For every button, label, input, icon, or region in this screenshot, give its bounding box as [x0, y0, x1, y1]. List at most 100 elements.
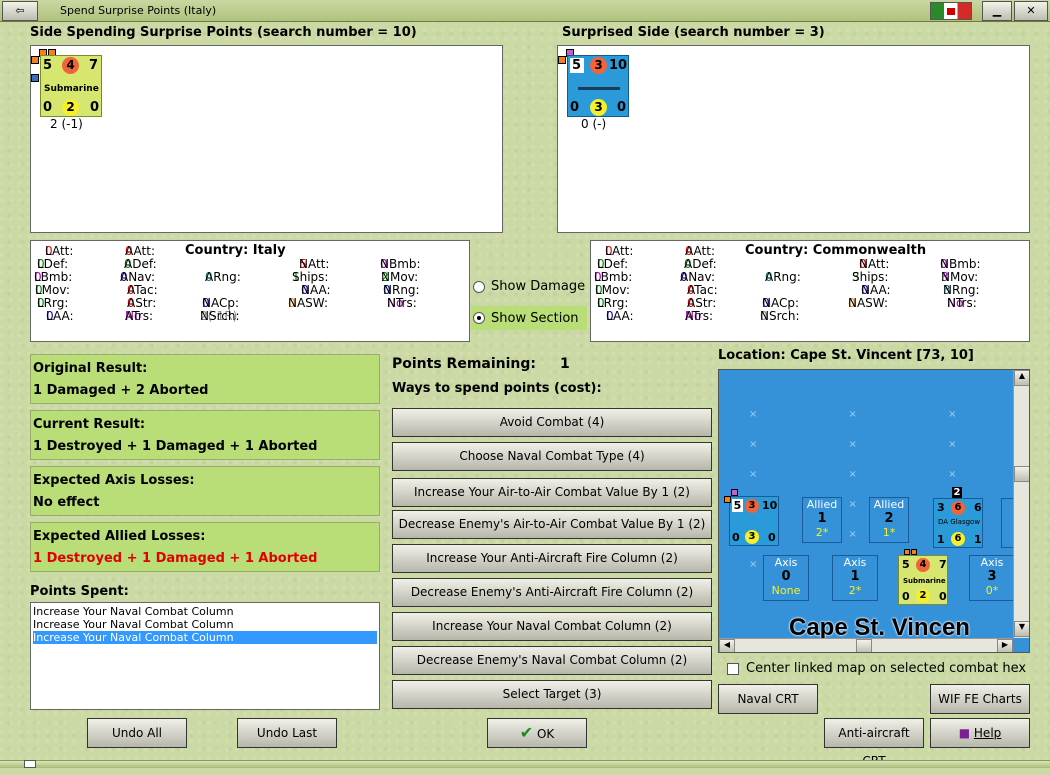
list-item[interactable]: Increase Your Naval Combat Column — [33, 605, 377, 618]
counter-attack: 5 — [43, 58, 53, 73]
sea-wave-pattern: × × × × × × × × × × × × × × × × — [749, 409, 1001, 570]
window-bottom-border — [0, 760, 1050, 768]
choose-naval-combat-type-button[interactable]: Choose Naval Combat Type (4) — [392, 442, 712, 471]
purple-marker-icon — [731, 489, 738, 496]
counter-strength: 4 — [62, 57, 79, 74]
horizontal-scroll-thumb[interactable] — [856, 639, 872, 652]
dialog-window: ⇦ Spend Surprise Points (Italy) ▁ ✕ Side… — [0, 0, 1050, 768]
current-result-value: 1 Destroyed + 1 Damaged + 1 Aborted — [33, 439, 318, 454]
restore-icon: ⇦ — [15, 4, 25, 17]
orange-marker-icon — [724, 496, 731, 503]
increase-naval-combat-column-button[interactable]: Increase Your Naval Combat Column (2) — [392, 612, 712, 641]
map-submarine-counter[interactable]: 5 4 7 Submarine 0 2 0 — [898, 555, 948, 605]
counter-label: Submarine — [44, 84, 99, 94]
allied-ship-counter[interactable]: 5 3 10 0 3 0 — [567, 55, 629, 117]
points-spent-list[interactable]: Increase Your Naval Combat Column Increa… — [30, 602, 380, 710]
close-icon: ✕ — [1026, 4, 1036, 17]
increase-aa-column-button[interactable]: Increase Your Anti-Aircraft Fire Column … — [392, 544, 712, 573]
spending-side-header: Side Spending Surprise Points (search nu… — [30, 25, 417, 40]
select-target-button[interactable]: Select Target (3) — [392, 680, 712, 709]
original-result-value: 1 Damaged + 2 Aborted — [33, 383, 209, 398]
savoy-cross-icon — [946, 7, 956, 16]
minimize-icon: ▁ — [992, 4, 1002, 17]
location-label: Location: Cape St. Vincent [73, 10] — [718, 348, 974, 363]
show-section-label[interactable]: Show Section — [491, 311, 579, 326]
scroll-up-icon[interactable]: ▲ — [1014, 370, 1029, 386]
scroll-down-icon[interactable]: ▼ — [1014, 621, 1029, 637]
show-damage-radio[interactable] — [473, 281, 485, 293]
allied-losses-heading: Expected Allied Losses: — [33, 529, 206, 544]
blue-marker-icon — [31, 74, 39, 82]
close-button[interactable]: ✕ — [1014, 1, 1048, 21]
spending-side-panel: 5 4 7 Submarine 0 2 0 2 (-1) — [30, 45, 503, 233]
allied-losses-value: 1 Destroyed + 1 Damaged + 1 Aborted — [33, 551, 318, 566]
map-vertical-scrollbar[interactable]: ▲ ▼ — [1013, 370, 1029, 638]
counter-aa: 0 — [43, 100, 53, 115]
counter-attack: 5 — [572, 58, 582, 73]
axis-losses-box: Expected Axis Losses: No effect — [30, 466, 380, 516]
counter-range: 0 — [90, 100, 100, 115]
vertical-scroll-thumb[interactable] — [1014, 466, 1029, 482]
undo-last-button[interactable]: Undo Last — [237, 718, 337, 748]
counter-asw: 2 — [62, 99, 79, 116]
title-bar: ⇦ Spend Surprise Points (Italy) ▁ ✕ — [0, 0, 1050, 22]
naval-crt-button[interactable]: Naval CRT — [718, 684, 818, 714]
counter-aa: 0 — [570, 100, 580, 115]
linked-map[interactable]: × × × × × × × × × × × × × × × × 5 3 10 0… — [718, 369, 1030, 653]
map-horizontal-scrollbar[interactable]: ◀ ▶ — [719, 638, 1013, 652]
center-map-label[interactable]: Center linked map on selected combat hex — [746, 661, 1026, 676]
original-result-heading: Original Result: — [33, 361, 148, 376]
show-section-radio[interactable] — [473, 312, 485, 324]
scroll-left-icon[interactable]: ◀ — [719, 639, 735, 652]
map-glasgow-counter[interactable]: 3 6 6 DA Glasgow 1 6 1 — [933, 498, 983, 548]
avoid-combat-button[interactable]: Avoid Combat (4) — [392, 408, 712, 437]
map-allied-ship-counter[interactable]: 5 3 10 0 3 0 — [729, 496, 779, 546]
help-book-icon: ■ — [958, 726, 971, 740]
show-damage-label[interactable]: Show Damage — [491, 279, 585, 294]
current-result-heading: Current Result: — [33, 417, 146, 432]
list-item-selected[interactable]: Increase Your Naval Combat Column — [33, 631, 377, 644]
country-label: Country: Italy — [185, 243, 286, 258]
decrease-enemy-aa-column-button[interactable]: Decrease Enemy's Anti-Aircraft Fire Colu… — [392, 578, 712, 607]
orange-marker-icon — [31, 56, 39, 64]
help-button[interactable]: ■ Help — [930, 718, 1030, 748]
system-menu-button[interactable]: ⇦ — [2, 1, 38, 21]
counter-range: 0 — [617, 100, 627, 115]
axis-losses-value: No effect — [33, 495, 100, 510]
ways-to-spend-label: Ways to spend points (cost): — [392, 381, 602, 396]
allied-combat-box-1[interactable]: Allied 1 2* — [802, 497, 842, 543]
ok-button[interactable]: ✔ OK — [487, 718, 587, 748]
increase-air-to-air-button[interactable]: Increase Your Air-to-Air Combat Value By… — [392, 478, 712, 507]
country-label: Country: Commonwealth — [745, 243, 927, 258]
axis-combat-box-1[interactable]: Axis 1 2* — [832, 555, 878, 601]
stats-panel-commonwealth: LAtt: 0 LDef: 0 LBmb: 0 LMov: 0 LRrg: 0 … — [590, 240, 1030, 342]
submarine-counter[interactable]: 5 4 7 Submarine 0 2 0 — [40, 55, 102, 117]
center-map-checkbox[interactable] — [727, 663, 739, 675]
stats-panel-italy: LAtt: 0 LDef: 0 LBmb: 0 LMov: 0 LRrg: 0 … — [30, 240, 470, 342]
points-remaining-value: 1 — [560, 356, 570, 372]
axis-combat-box-3[interactable]: Axis 3 0* — [969, 555, 1015, 601]
axis-combat-box-0[interactable]: Axis 0 None — [763, 555, 809, 601]
counter-movement: 10 — [609, 58, 628, 73]
list-item[interactable]: Increase Your Naval Combat Column — [33, 618, 377, 631]
window-title: Spend Surprise Points (Italy) — [60, 4, 217, 17]
original-result-box: Original Result: 1 Damaged + 2 Aborted — [30, 354, 380, 404]
decrease-enemy-air-to-air-button[interactable]: Decrease Enemy's Air-to-Air Combat Value… — [392, 510, 712, 539]
wif-fe-charts-button[interactable]: WIF FE Charts — [930, 684, 1030, 714]
minimize-button[interactable]: ▁ — [982, 1, 1012, 21]
allied-losses-box: Expected Allied Losses: 1 Destroyed + 1 … — [30, 522, 380, 572]
counter-caption: 2 (-1) — [50, 117, 83, 131]
counter-movement: 7 — [89, 58, 99, 73]
points-remaining-label: Points Remaining: — [392, 356, 537, 372]
anti-aircraft-crt-button[interactable]: Anti-aircraft CRT — [824, 718, 924, 768]
surprised-side-panel: 5 3 10 0 3 0 0 (-) — [557, 45, 1030, 233]
undo-all-button[interactable]: Undo All — [87, 718, 187, 748]
resize-grip-icon[interactable] — [24, 760, 36, 768]
stack-count-badge: 2 — [952, 487, 962, 498]
italy-flag-icon — [930, 2, 972, 20]
checkmark-icon: ✔ — [519, 723, 534, 742]
decrease-enemy-naval-combat-column-button[interactable]: Decrease Enemy's Naval Combat Column (2) — [392, 646, 712, 675]
allied-combat-box-2[interactable]: Allied 2 1* — [869, 497, 909, 543]
scroll-right-icon[interactable]: ▶ — [997, 639, 1013, 652]
axis-losses-heading: Expected Axis Losses: — [33, 473, 195, 488]
